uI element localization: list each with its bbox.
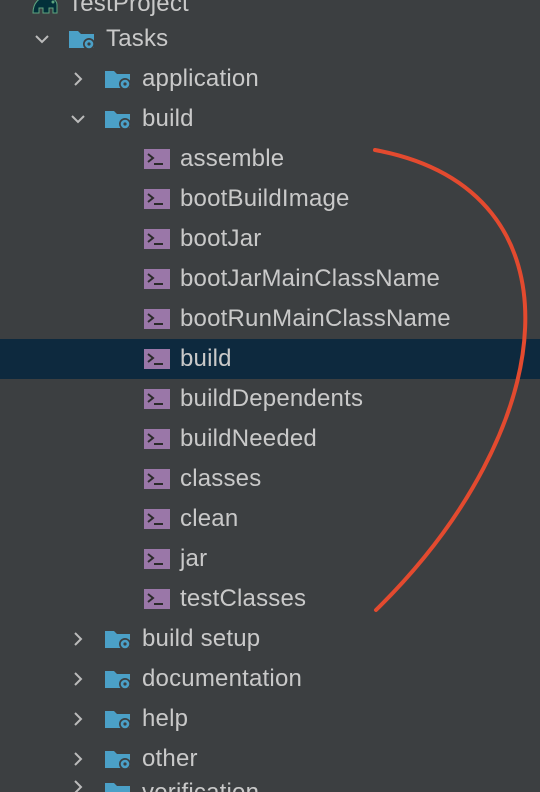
terminal-task-icon [142, 587, 172, 611]
tree-row-task[interactable]: bootBuildImage [0, 179, 540, 219]
terminal-task-icon [142, 147, 172, 171]
chevron-down-icon[interactable] [70, 111, 86, 127]
tree-row-application[interactable]: application [0, 59, 540, 99]
terminal-task-icon [142, 387, 172, 411]
gradle-tool-window-tree: TestProject Tasks application build asse… [0, 0, 540, 792]
folder-gear-icon [104, 779, 134, 792]
folder-gear-icon [68, 27, 98, 51]
tree-row-task[interactable]: buildNeeded [0, 419, 540, 459]
gradle-elephant-icon [30, 0, 60, 16]
terminal-task-icon [142, 227, 172, 251]
terminal-task-icon [142, 347, 172, 371]
chevron-right-icon[interactable] [70, 71, 86, 87]
task-label: classes [180, 465, 262, 492]
tree-row-tasks[interactable]: Tasks [0, 19, 540, 59]
task-label: build [180, 345, 232, 372]
task-label: jar [180, 545, 208, 572]
tree-row-task[interactable]: assemble [0, 139, 540, 179]
tree-row-root[interactable]: TestProject [0, 0, 540, 17]
terminal-task-icon [142, 307, 172, 331]
folder-gear-icon [104, 667, 134, 691]
tree-row-task[interactable]: classes [0, 459, 540, 499]
tree-row-task-selected[interactable]: build [0, 339, 540, 379]
folder-gear-icon [104, 747, 134, 771]
tree-row-task[interactable]: bootJarMainClassName [0, 259, 540, 299]
tree-row-task[interactable]: buildDependents [0, 379, 540, 419]
tree-row-documentation[interactable]: documentation [0, 659, 540, 699]
task-label: bootBuildImage [180, 185, 350, 212]
tree-group-label: verification [142, 779, 259, 792]
task-label: bootJarMainClassName [180, 265, 441, 292]
tree-group-label: build setup [142, 625, 261, 652]
task-label: buildDependents [180, 385, 364, 412]
chevron-down-icon[interactable] [34, 31, 50, 47]
folder-gear-icon [104, 67, 134, 91]
folder-gear-icon [104, 627, 134, 651]
folder-gear-icon [104, 107, 134, 131]
task-label: clean [180, 505, 239, 532]
tree-row-task[interactable]: clean [0, 499, 540, 539]
chevron-right-icon[interactable] [70, 711, 86, 727]
terminal-task-icon [142, 467, 172, 491]
tree-group-label: other [142, 745, 198, 772]
task-label: buildNeeded [180, 425, 317, 452]
terminal-task-icon [142, 507, 172, 531]
task-label: bootRunMainClassName [180, 305, 451, 332]
terminal-task-icon [142, 267, 172, 291]
tree-row-task[interactable]: bootJar [0, 219, 540, 259]
tree-group-label: application [142, 65, 259, 92]
chevron-right-icon[interactable] [70, 751, 86, 767]
terminal-task-icon [142, 427, 172, 451]
chevron-right-icon[interactable] [70, 779, 86, 792]
task-label: assemble [180, 145, 285, 172]
tree-row-task[interactable]: testClasses [0, 579, 540, 619]
chevron-right-icon[interactable] [70, 671, 86, 687]
tree-tasks-label: Tasks [106, 25, 169, 52]
tree-row-help[interactable]: help [0, 699, 540, 739]
task-label: testClasses [180, 585, 307, 612]
tree-group-label: documentation [142, 665, 303, 692]
tree-group-label: help [142, 705, 189, 732]
terminal-task-icon [142, 187, 172, 211]
terminal-task-icon [142, 547, 172, 571]
tree-row-verification[interactable]: verification [0, 779, 540, 792]
task-label: bootJar [180, 225, 262, 252]
tree-row-task[interactable]: jar [0, 539, 540, 579]
tree-row-other[interactable]: other [0, 739, 540, 779]
tree-group-label: build [142, 105, 194, 132]
folder-gear-icon [104, 707, 134, 731]
tree-row-build-group[interactable]: build [0, 99, 540, 139]
tree-row-build-setup[interactable]: build setup [0, 619, 540, 659]
chevron-right-icon[interactable] [70, 631, 86, 647]
tree-row-task[interactable]: bootRunMainClassName [0, 299, 540, 339]
